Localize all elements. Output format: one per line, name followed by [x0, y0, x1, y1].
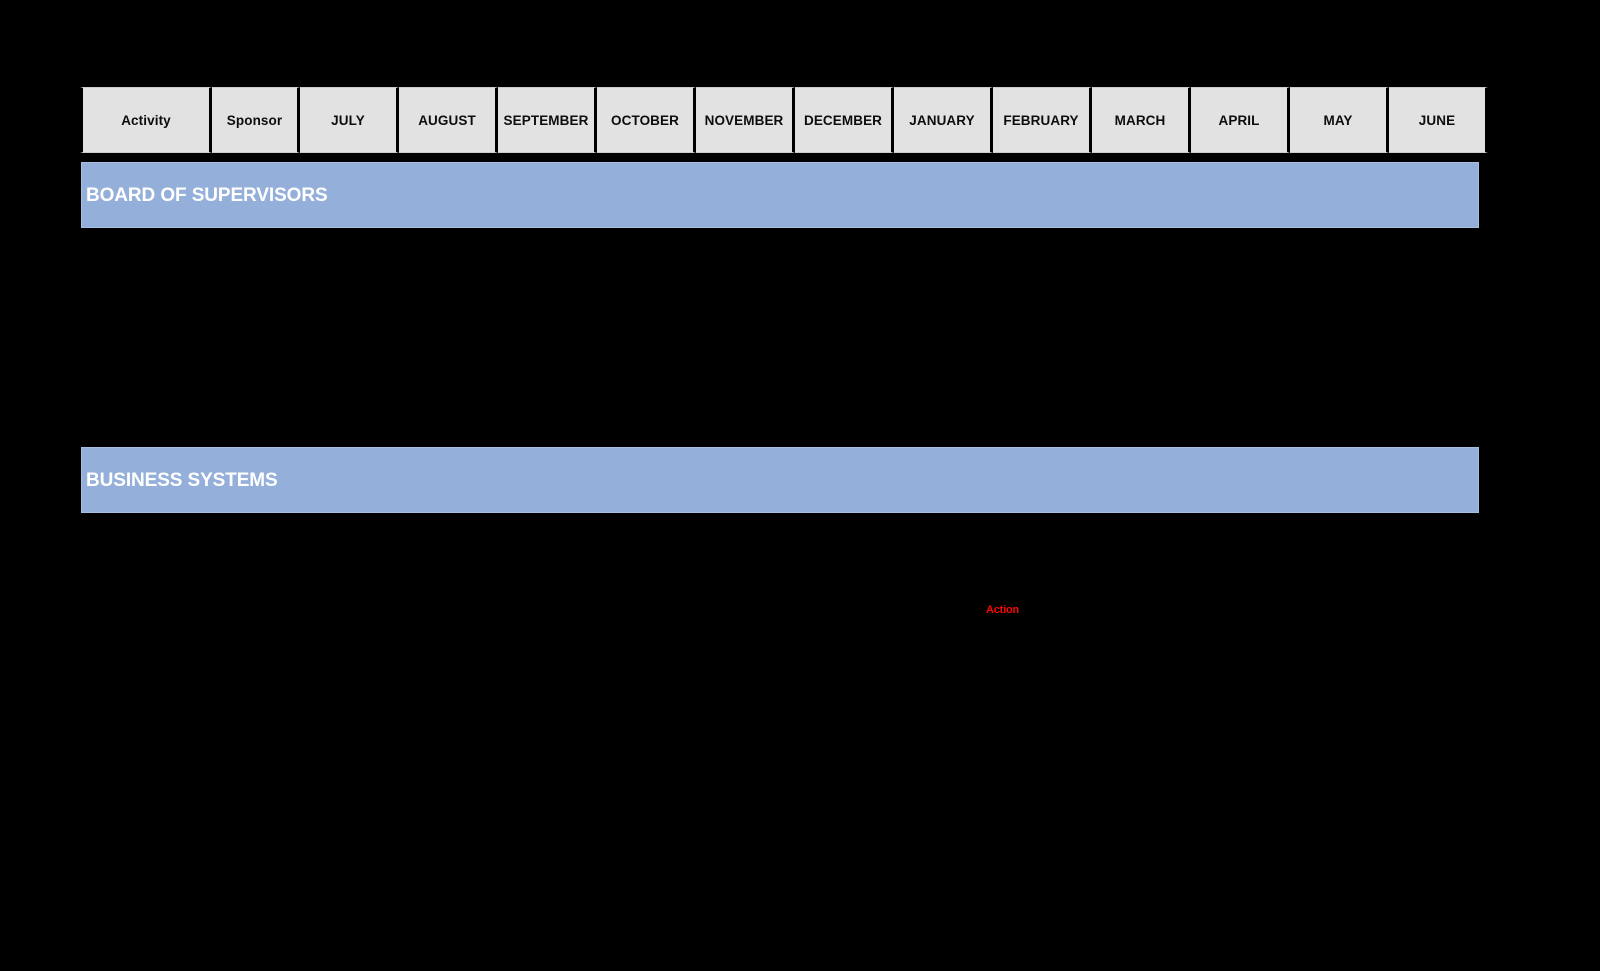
column-header-label: SEPTEMBER [503, 112, 589, 128]
section-header-label: BOARD OF SUPERVISORS [86, 184, 328, 206]
column-header-label: JANUARY [909, 112, 975, 128]
column-header-label: OCTOBER [611, 112, 679, 128]
column-header-label: MAY [1323, 112, 1353, 128]
column-header-april[interactable]: APRIL [1191, 87, 1290, 153]
column-header-label: Activity [121, 112, 171, 128]
column-header-label: MARCH [1114, 112, 1166, 128]
section-body-board-of-supervisors [80, 228, 1479, 447]
column-header-march[interactable]: MARCH [1092, 87, 1191, 153]
column-header-label: JULY [331, 112, 365, 128]
column-header-november[interactable]: NOVEMBER [696, 87, 795, 153]
column-header-february[interactable]: FEBRUARY [993, 87, 1092, 153]
page-root: Activity Sponsor JULY AUGUST SEPTEMBER O… [0, 0, 1600, 971]
column-header-label: JUNE [1418, 112, 1456, 128]
column-header-december[interactable]: DECEMBER [795, 87, 894, 153]
table-header-row: Activity Sponsor JULY AUGUST SEPTEMBER O… [80, 87, 1488, 156]
column-header-may[interactable]: MAY [1290, 87, 1389, 153]
column-header-label: DECEMBER [803, 112, 883, 128]
column-header-label: AUGUST [418, 112, 476, 128]
column-header-october[interactable]: OCTOBER [597, 87, 696, 153]
column-header-label: NOVEMBER [704, 112, 784, 128]
column-header-july[interactable]: JULY [300, 87, 399, 153]
column-header-label: Sponsor [226, 112, 283, 128]
action-annotation: Action [986, 604, 1020, 616]
column-header-label: FEBRUARY [1003, 112, 1079, 128]
column-header-june[interactable]: JUNE [1389, 87, 1488, 153]
column-header-september[interactable]: SEPTEMBER [498, 87, 597, 153]
section-header-label: BUSINESS SYSTEMS [86, 469, 278, 491]
column-header-label: APRIL [1218, 112, 1260, 128]
column-header-january[interactable]: JANUARY [894, 87, 993, 153]
column-header-activity[interactable]: Activity [80, 87, 212, 153]
section-header-board-of-supervisors[interactable]: BOARD OF SUPERVISORS [81, 162, 1479, 228]
section-body-business-systems [80, 513, 1479, 971]
section-header-business-systems[interactable]: BUSINESS SYSTEMS [81, 447, 1479, 513]
column-header-sponsor[interactable]: Sponsor [212, 87, 300, 153]
column-header-august[interactable]: AUGUST [399, 87, 498, 153]
